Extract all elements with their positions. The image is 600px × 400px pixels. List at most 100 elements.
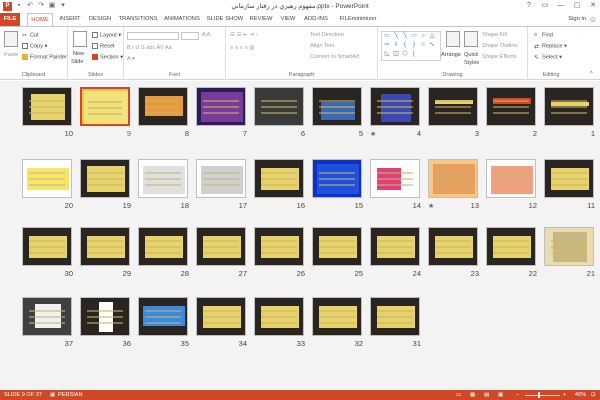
slide-thumbnail-7[interactable] (196, 87, 246, 126)
copy-button[interactable]: Copy ▾ (22, 43, 47, 49)
bullets-numbering-icons[interactable]: ☰ ☰ ⇤ ⇥ ↕ (230, 32, 258, 38)
shape-brace2-icon[interactable]: } (410, 42, 418, 49)
tab-view[interactable]: VIEW (278, 13, 298, 26)
quick-styles-button[interactable]: Quick (464, 52, 478, 58)
slide-thumbnail-37[interactable] (22, 297, 72, 336)
slide-thumbnail-4[interactable] (370, 87, 420, 126)
slide-thumbnail-35[interactable] (138, 297, 188, 336)
close-button[interactable]: ✕ (588, 1, 598, 11)
font-format-buttons[interactable]: B I U S abc AV Aa (127, 45, 172, 51)
slide-thumbnail-8[interactable] (138, 87, 188, 126)
feedback-smiley-icon[interactable]: ☺ (589, 15, 597, 24)
slide-thumbnail-11[interactable] (544, 159, 594, 198)
slide-thumbnail-22[interactable] (486, 227, 536, 266)
font-grow-shrink-icons[interactable]: A A (202, 32, 210, 38)
convert-smartart-button[interactable]: Convert to SmartArt (310, 54, 359, 60)
slide-thumbnail-19[interactable] (80, 159, 130, 198)
slide-thumbnail-1[interactable] (544, 87, 594, 126)
slide-thumbnail-9[interactable] (80, 87, 130, 126)
shape-oval-icon[interactable]: ○ (419, 33, 427, 40)
select-button[interactable]: ↖ Select ▾ (534, 54, 562, 61)
shape-arrow2-icon[interactable]: ⇩ (392, 42, 400, 49)
slide-thumbnail-36[interactable] (80, 297, 130, 336)
find-button[interactable]: ⌕ Find (534, 32, 553, 38)
replace-button[interactable]: ⇄ Replace ▾ (534, 43, 567, 50)
zoom-slider[interactable] (525, 394, 560, 396)
tab-slide-show[interactable]: SLIDE SHOW (206, 13, 244, 26)
slideshow-view-icon[interactable]: ▣ (498, 392, 503, 398)
font-name-combo[interactable] (127, 32, 179, 40)
quick-styles-icon[interactable] (464, 31, 478, 47)
collapse-ribbon-icon[interactable]: ^ (590, 71, 593, 77)
format-painter-button[interactable]: Format Painter (22, 54, 67, 60)
slide-thumbnail-21[interactable] (544, 227, 594, 266)
sign-in-link[interactable]: Sign in (568, 16, 586, 22)
reset-button[interactable]: Reset (92, 43, 115, 49)
tab-file[interactable]: FILE (0, 13, 20, 26)
slide-thumbnail-18[interactable] (138, 159, 188, 198)
layout-button[interactable]: Layout ▾ (92, 32, 121, 38)
tab-transitions[interactable]: TRANSITIONS (116, 13, 160, 26)
shape-bracket-icon[interactable]: [ (410, 51, 418, 58)
alignment-icons[interactable]: ≡ ≡ ≡ ≡ ▥ (230, 45, 255, 51)
text-direction-button[interactable]: Text Direction (310, 32, 344, 38)
cut-button[interactable]: ✂ Cut (22, 32, 39, 39)
shapes-gallery[interactable]: ▭ ╲ ╲ ▭ ○ △ ⇨ ⇩ { } ☆ ∿ ◺ ◫ ⬡ [ (381, 31, 441, 61)
slide-thumbnail-5[interactable] (312, 87, 362, 126)
new-slide-button[interactable]: New (73, 51, 84, 57)
shape-curve-icon[interactable]: ∿ (428, 42, 436, 49)
minimize-button[interactable]: — (556, 1, 566, 11)
slide-thumbnail-27[interactable] (196, 227, 246, 266)
slide-thumbnail-10[interactable] (22, 87, 72, 126)
help-button[interactable]: ? (524, 1, 534, 11)
slide-thumbnail-12[interactable] (486, 159, 536, 198)
ribbon-display-options-button[interactable]: ▭ (540, 1, 550, 11)
tab-design[interactable]: DESIGN (87, 13, 113, 26)
shape-rtriangle-icon[interactable]: ◺ (383, 51, 391, 58)
font-size-combo[interactable] (181, 32, 199, 40)
shape-fill-button[interactable]: Shape Fill (482, 32, 507, 38)
reading-view-icon[interactable]: ▤ (484, 392, 489, 398)
slide-thumbnail-23[interactable] (428, 227, 478, 266)
shape-rect-icon[interactable]: ▭ (410, 33, 418, 40)
slide-thumbnail-15[interactable] (312, 159, 362, 198)
slide-thumbnail-29[interactable] (80, 227, 130, 266)
align-text-button[interactable]: Align Text (310, 43, 334, 49)
slide-thumbnail-3[interactable] (428, 87, 478, 126)
tab-insert[interactable]: INSERT (57, 13, 83, 26)
zoom-in-icon[interactable]: + (563, 392, 566, 398)
tab-fileminimizer[interactable]: FILEminimizer (334, 13, 382, 26)
slide-thumbnail-28[interactable] (138, 227, 188, 266)
slide-thumbnail-26[interactable] (254, 227, 304, 266)
slide-thumbnail-16[interactable] (254, 159, 304, 198)
maximize-button[interactable]: ▢ (572, 1, 582, 11)
slide-sorter-view-icon[interactable]: ▦ (470, 392, 475, 398)
slide-thumbnail-25[interactable] (312, 227, 362, 266)
paste-icon[interactable] (4, 31, 18, 47)
zoom-level[interactable]: 40% (575, 392, 586, 398)
slide-thumbnail-6[interactable] (254, 87, 304, 126)
proofing-icon[interactable]: ▣ (50, 392, 55, 398)
arrange-button[interactable]: Arrange (441, 52, 461, 58)
tab-home[interactable]: HOME (27, 13, 53, 26)
slide-thumbnail-20[interactable] (22, 159, 72, 198)
section-button[interactable]: Section ▾ (92, 54, 123, 60)
shape-arrow-icon[interactable]: ⇨ (383, 42, 391, 49)
quick-styles-label-2[interactable]: Styles (464, 60, 479, 66)
shape-hex-icon[interactable]: ⬡ (401, 51, 409, 58)
shape-triangle-icon[interactable]: △ (428, 33, 436, 40)
shape-textbox-icon[interactable]: ▭ (383, 33, 391, 40)
new-slide-label-2[interactable]: Slide (71, 59, 83, 65)
shape-line-icon[interactable]: ╲ (392, 33, 400, 40)
slide-thumbnail-30[interactable] (22, 227, 72, 266)
tab-animations[interactable]: ANIMATIONS (162, 13, 202, 26)
slide-thumbnail-14[interactable] (370, 159, 420, 198)
slide-thumbnail-17[interactable] (196, 159, 246, 198)
font-color-button[interactable]: A ▾ (127, 56, 135, 62)
shape-outline-button[interactable]: Shape Outline (482, 43, 517, 49)
slide-thumbnail-33[interactable] (254, 297, 304, 336)
slide-thumbnail-34[interactable] (196, 297, 246, 336)
slide-thumbnail-24[interactable] (370, 227, 420, 266)
zoom-out-icon[interactable]: − (516, 392, 519, 398)
shape-line2-icon[interactable]: ╲ (401, 33, 409, 40)
